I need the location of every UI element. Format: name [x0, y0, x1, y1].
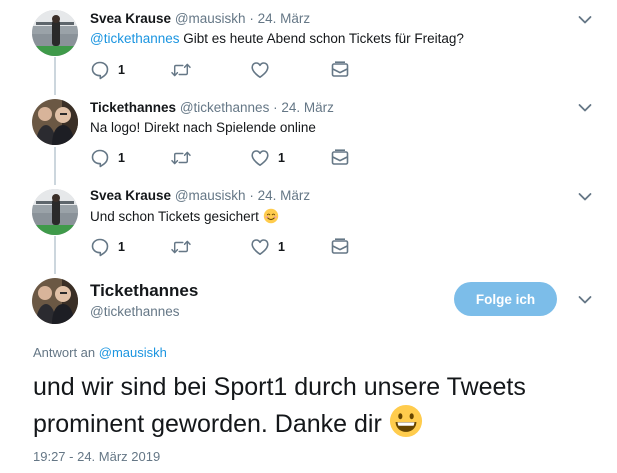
heart-icon [250, 148, 270, 168]
author-handle[interactable]: @tickethannes [180, 100, 270, 115]
like-button[interactable]: 1 [250, 237, 285, 257]
tweet-text-content: Na logo! Direkt nach Spielende online [90, 120, 316, 135]
like-button[interactable]: 1 [250, 148, 285, 168]
separator: · [249, 11, 254, 26]
author-name[interactable]: Tickethannes [90, 281, 198, 301]
retweet-icon [170, 61, 192, 79]
avatar[interactable] [32, 99, 78, 145]
reply-button[interactable]: 1 [90, 60, 125, 80]
heart-icon [250, 237, 270, 257]
tweet-text: @tickethannes Gibt es heute Abend schon … [90, 31, 464, 46]
thread-line [54, 57, 56, 95]
reply-context: Antwort an @mausiskh [33, 345, 167, 360]
envelope-icon [330, 60, 350, 80]
author-name[interactable]: Svea Krause [90, 11, 171, 26]
grinning-face-icon [389, 404, 423, 447]
author-handle[interactable]: @mausiskh [175, 11, 246, 26]
tweet-actions: 1 [90, 60, 370, 80]
mention-link[interactable]: @tickethannes [90, 31, 180, 46]
reply-button[interactable]: 1 [90, 237, 125, 257]
tweet-text: und wir sind bei Sport1 durch unsere Twe… [33, 371, 593, 447]
avatar[interactable] [32, 189, 78, 235]
reply-count: 1 [118, 151, 125, 165]
chevron-down-icon[interactable] [578, 15, 592, 25]
reply-mention-link[interactable]: @mausiskh [99, 345, 167, 360]
thread-line [54, 236, 56, 274]
envelope-icon [330, 148, 350, 168]
tweet-header: Svea Krause @mausiskh · 24. März [90, 11, 310, 26]
retweet-button[interactable] [170, 148, 192, 168]
heart-icon [250, 60, 270, 80]
tweet-header: Svea Krause @mausiskh · 24. März [90, 188, 310, 203]
tweet-timestamp[interactable]: 19:27 - 24. März 2019 [33, 449, 160, 464]
reply-icon [90, 148, 110, 168]
reply-icon [90, 237, 110, 257]
tweet-actions: 1 1 [90, 237, 370, 257]
chevron-down-icon[interactable] [578, 295, 592, 305]
following-button[interactable]: Folge ich [454, 282, 557, 316]
reply-count: 1 [118, 63, 125, 77]
separator: · [273, 100, 278, 115]
author-handle[interactable]: @mausiskh [175, 188, 246, 203]
tweet-date[interactable]: 24. März [258, 188, 311, 203]
tweet-text-content: Und schon Tickets gesichert [90, 209, 259, 224]
retweet-icon [170, 149, 192, 167]
like-count: 1 [278, 240, 285, 254]
chevron-down-icon[interactable] [578, 103, 592, 113]
tweet-date[interactable]: 24. März [258, 11, 311, 26]
thread-line [54, 147, 56, 185]
chevron-down-icon[interactable] [578, 192, 592, 202]
avatar[interactable] [32, 278, 78, 324]
reply-icon [90, 60, 110, 80]
tweet-text-content: und wir sind bei Sport1 durch unsere Twe… [33, 373, 526, 438]
dm-button[interactable] [330, 148, 350, 168]
tweet-header: Tickethannes @tickethannes · 24. März [90, 100, 334, 115]
smiling-face-icon [263, 208, 279, 227]
separator: · [249, 188, 254, 203]
retweet-button[interactable] [170, 60, 192, 80]
retweet-icon [170, 238, 192, 256]
tweet-date[interactable]: 24. März [281, 100, 334, 115]
tweet-text: Und schon Tickets gesichert [90, 208, 279, 227]
envelope-icon [330, 237, 350, 257]
author-name[interactable]: Tickethannes [90, 100, 176, 115]
reply-button[interactable]: 1 [90, 148, 125, 168]
author-name[interactable]: Svea Krause [90, 188, 171, 203]
tweet-text-content: Gibt es heute Abend schon Tickets für Fr… [179, 31, 464, 46]
author-handle[interactable]: @tickethannes [90, 304, 180, 319]
dm-button[interactable] [330, 237, 350, 257]
tweet-actions: 1 1 [90, 148, 370, 168]
dm-button[interactable] [330, 60, 350, 80]
avatar[interactable] [32, 10, 78, 56]
reply-prefix: Antwort an [33, 345, 96, 360]
like-count: 1 [278, 151, 285, 165]
like-button[interactable] [250, 60, 270, 80]
tweet-text: Na logo! Direkt nach Spielende online [90, 120, 316, 135]
reply-count: 1 [118, 240, 125, 254]
retweet-button[interactable] [170, 237, 192, 257]
